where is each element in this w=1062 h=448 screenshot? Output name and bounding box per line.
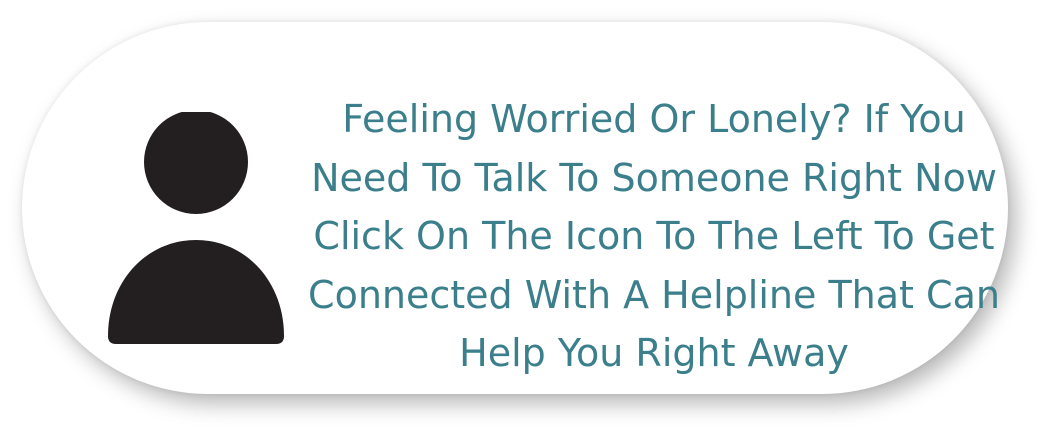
helpline-card: Feeling Worried Or Lonely? If You Need T… (22, 22, 1008, 394)
person-icon-body (108, 240, 284, 344)
person-icon[interactable] (106, 112, 286, 344)
message-line-4: Connected With A Helpline That Can (308, 272, 1000, 317)
message-line-5: Help You Right Away (459, 331, 849, 375)
message-line-2: Need To Talk To Someone Right Now (311, 155, 997, 200)
person-icon-graphic (108, 112, 284, 344)
message-line-3: Click On The Icon To The Left To Get (313, 214, 995, 258)
person-icon-head (144, 112, 248, 214)
helpline-message: Feeling Worried Or Lonely? If You Need T… (284, 90, 1024, 383)
message-line-1: Feeling Worried Or Lonely? If You (342, 97, 966, 141)
